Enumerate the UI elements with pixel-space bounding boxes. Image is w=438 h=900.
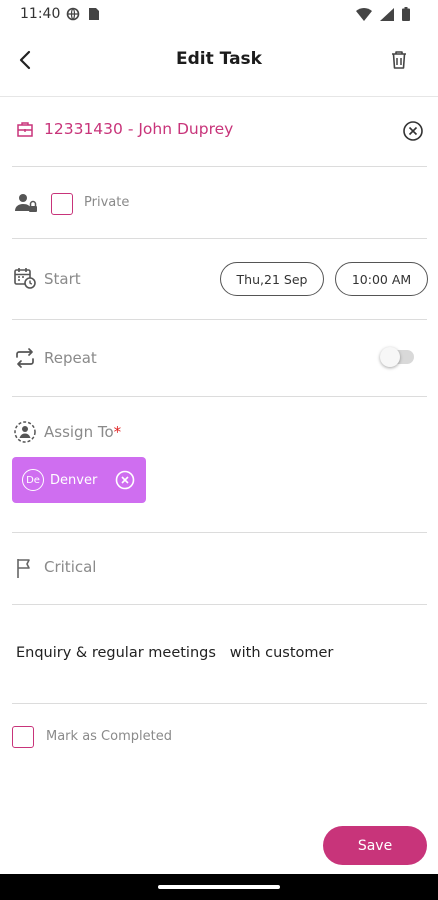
divider [12,396,427,397]
description-field[interactable]: Enquiry & regular meetings with customer [16,645,333,661]
user-lock-icon [15,194,37,212]
status-right-icons [356,7,410,21]
divider [12,319,427,320]
remove-assignee-icon[interactable] [115,470,135,490]
completed-checkbox[interactable] [12,726,34,748]
divider [12,703,427,704]
assign-user-icon [14,421,36,443]
globe-icon [66,7,80,21]
critical-label[interactable]: Critical [44,558,96,576]
page-title: Edit Task [176,49,262,69]
divider [12,532,427,533]
assignee-name: Denver [50,472,98,488]
calendar-clock-icon [14,268,36,289]
wifi-icon [356,7,372,21]
divider [12,238,427,239]
repeat-label: Repeat [44,349,97,367]
sim-card-icon [89,8,99,20]
signal-icon [380,7,394,21]
required-mark: * [113,423,122,441]
status-time: 11:40 [20,6,61,22]
appbar-divider [0,96,438,97]
customer-separator: - [122,120,139,138]
assign-label: Assign To* [44,423,121,441]
private-checkbox[interactable] [51,193,73,215]
clear-customer-icon[interactable] [402,120,424,142]
status-left-icons [66,7,100,21]
assign-label-text: Assign To [44,423,114,441]
start-label: Start [44,270,81,288]
building-icon [17,122,33,137]
trash-icon[interactable] [387,48,411,72]
completed-label: Mark as Completed [46,729,172,744]
home-gesture-handle[interactable] [158,885,280,889]
customer-name: John Duprey [138,120,234,138]
assignee-chip[interactable]: De Denver [12,457,146,503]
divider [12,604,427,605]
start-date-button[interactable]: Thu,21 Sep [220,262,324,296]
private-label: Private [84,195,130,210]
save-button[interactable]: Save [323,826,427,865]
customer-id: 12331430 [44,120,123,138]
divider [12,166,427,167]
assignee-avatar: De [22,469,44,491]
repeat-icon [16,348,34,368]
flag-icon [17,559,30,578]
battery-icon [402,7,410,21]
start-time-button[interactable]: 10:00 AM [335,262,428,296]
customer-link[interactable]: 12331430 - John Duprey [44,120,233,138]
repeat-toggle-thumb[interactable] [380,347,400,367]
